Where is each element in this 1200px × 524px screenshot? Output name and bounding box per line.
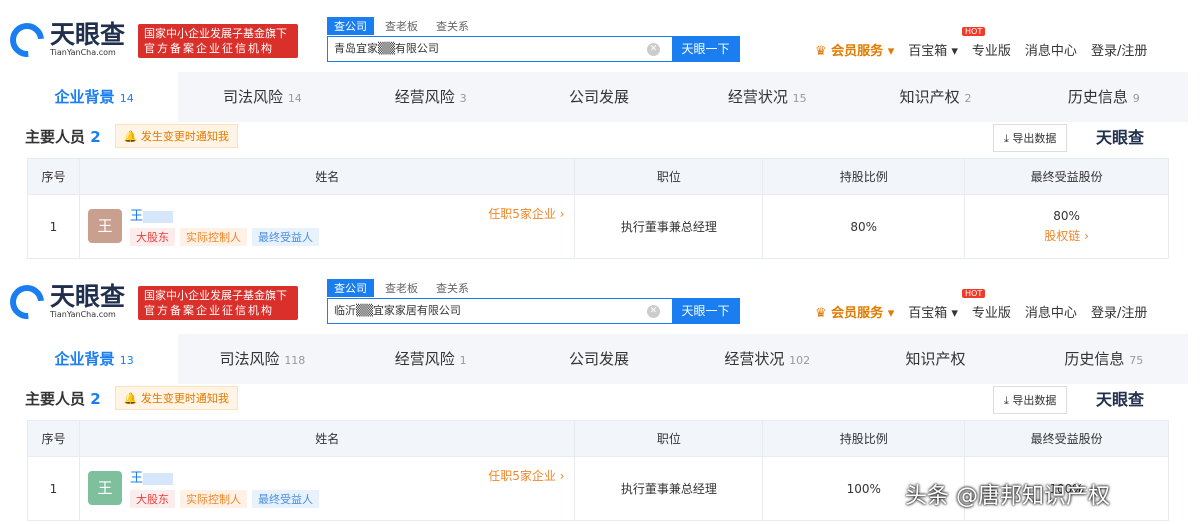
tab-4[interactable]: 经营状况 102 — [683, 334, 851, 384]
baibao-menu[interactable]: 百宝箱 ▾ — [908, 302, 958, 321]
tab-2[interactable]: 经营风险 3 — [347, 72, 515, 122]
search-tab[interactable]: 查公司 — [327, 279, 374, 297]
avatar: 王 — [87, 471, 122, 505]
column-header: 序号 — [27, 420, 80, 457]
tab-0[interactable]: 企业背景 14 — [10, 72, 179, 122]
role-tag: 实际控制人 — [179, 228, 247, 246]
tab-4[interactable]: 经营状况 15 — [683, 72, 851, 122]
column-header: 姓名 — [78, 158, 576, 195]
tab-6[interactable]: 历史信息 75 — [1020, 334, 1188, 384]
baibao-menu[interactable]: 百宝箱 ▾ — [908, 40, 958, 59]
positions-link[interactable]: 任职5家企业 › — [488, 205, 564, 222]
staff-table: 序号 姓名 职位 持股比例 最终受益股份 1 王 王 大股东 实际控制人 最终受益人 任职5… — [27, 158, 1169, 259]
logo-eye-icon — [3, 277, 51, 326]
brand-logo: 天眼查 — [1096, 390, 1145, 409]
person-name-link[interactable]: 王 — [130, 205, 173, 224]
notify-button[interactable]: 🔔 发生变更时通知我 — [114, 386, 238, 410]
person-name-link[interactable]: 王 — [130, 467, 173, 486]
column-header: 持股比例 — [762, 158, 966, 195]
blurred-name — [142, 210, 173, 223]
search-box: 青岛宜家▒▒有限公司 ✕ 天眼一下 — [327, 36, 740, 62]
search-button[interactable]: 天眼一下 — [672, 299, 739, 323]
positions-link[interactable]: 任职5家企业 › — [488, 467, 564, 484]
section-title: 主要人员 2 — [25, 127, 101, 146]
tab-1[interactable]: 司法风险 118 — [178, 334, 346, 384]
column-header: 职位 — [574, 420, 764, 457]
login-link[interactable]: 登录/注册 — [1091, 40, 1147, 59]
tab-5[interactable]: 知识产权 2 — [851, 72, 1019, 122]
pro-link[interactable]: 专业版 — [972, 40, 1011, 59]
role-tag: 大股东 — [129, 228, 175, 246]
section-title: 主要人员 2 — [25, 389, 101, 408]
search-tab[interactable]: 查老板 — [378, 17, 425, 35]
tab-5[interactable]: 知识产权 — [851, 334, 1019, 384]
role-tag: 最终受益人 — [251, 490, 319, 508]
blurred-name — [142, 472, 173, 485]
hot-badge: HOT — [962, 27, 986, 36]
logo[interactable]: 天眼查 TianYanCha.com — [3, 277, 125, 326]
avatar: 王 — [87, 209, 122, 243]
tab-6[interactable]: 历史信息 9 — [1020, 72, 1188, 122]
login-link[interactable]: 登录/注册 — [1091, 302, 1147, 321]
column-header: 持股比例 — [762, 420, 966, 457]
tab-2[interactable]: 经营风险 1 — [347, 334, 515, 384]
export-button[interactable]: ⤓ 导出数据 — [993, 386, 1068, 414]
search-input[interactable]: 临沂▒▒宜家家居有限公司 — [328, 299, 647, 323]
screenshot-panel-1: 天眼查 TianYanCha.com 国家中小企业发展子基金旗下 官方备案企业征信机… — [0, 0, 1200, 262]
company-tabs: 企业背景 13 司法风险 118 经营风险 1 公司发展 经营状况 102 知识产权 历… — [10, 334, 1188, 384]
tab-0[interactable]: 企业背景 13 — [10, 334, 179, 384]
watermark: 头条 @唐邦知识产权 — [905, 484, 1110, 509]
column-header: 序号 — [27, 158, 80, 195]
search-tab[interactable]: 查公司 — [327, 17, 374, 35]
search-tab[interactable]: 查关系 — [429, 17, 476, 35]
logo-eye-icon — [3, 15, 51, 64]
search-button[interactable]: 天眼一下 — [672, 37, 739, 61]
message-center-link[interactable]: 消息中心 — [1025, 302, 1077, 321]
column-header: 最终受益股份 — [964, 158, 1169, 195]
vip-service-menu[interactable]: ♛ 会员服务 ▾ — [815, 302, 894, 321]
tab-1[interactable]: 司法风险 14 — [178, 72, 346, 122]
logo[interactable]: 天眼查 TianYanCha.com — [3, 15, 125, 64]
export-button[interactable]: ⤓ 导出数据 — [993, 124, 1068, 152]
brand-logo: 天眼查 — [1096, 128, 1145, 147]
message-center-link[interactable]: 消息中心 — [1025, 40, 1077, 59]
company-tabs: 企业背景 14 司法风险 14 经营风险 3 公司发展 经营状况 15 知识产权 2 历史… — [10, 72, 1188, 122]
search-tab[interactable]: 查老板 — [378, 279, 425, 297]
column-header: 职位 — [574, 158, 764, 195]
search-tab[interactable]: 查关系 — [429, 279, 476, 297]
pro-link[interactable]: 专业版 — [972, 302, 1011, 321]
column-header: 最终受益股份 — [964, 420, 1169, 457]
clear-icon[interactable]: ✕ — [647, 305, 660, 318]
clear-icon[interactable]: ✕ — [647, 43, 660, 56]
role-tag: 实际控制人 — [179, 490, 247, 508]
tab-3[interactable]: 公司发展 — [515, 334, 683, 384]
tab-3[interactable]: 公司发展 — [515, 72, 683, 122]
vip-service-menu[interactable]: ♛ 会员服务 ▾ — [815, 40, 894, 59]
search-input[interactable]: 青岛宜家▒▒有限公司 — [328, 37, 647, 61]
column-header: 姓名 — [78, 420, 576, 457]
notify-button[interactable]: 🔔 发生变更时通知我 — [114, 124, 238, 148]
hot-badge: HOT — [962, 289, 986, 298]
role-tag: 大股东 — [129, 490, 175, 508]
equity-chain-link[interactable]: 股权链 › — [965, 227, 1168, 244]
search-box: 临沂▒▒宜家家居有限公司 ✕ 天眼一下 — [327, 298, 740, 324]
official-badge: 国家中小企业发展子基金旗下 官方备案企业征信机构 — [138, 286, 298, 320]
table-row: 1 王 王 大股东 实际控制人 最终受益人 任职5家企业 › 执行董事兼总经理 80… — [27, 194, 1169, 259]
official-badge: 国家中小企业发展子基金旗下 官方备案企业征信机构 — [138, 24, 298, 58]
role-tag: 最终受益人 — [251, 228, 319, 246]
